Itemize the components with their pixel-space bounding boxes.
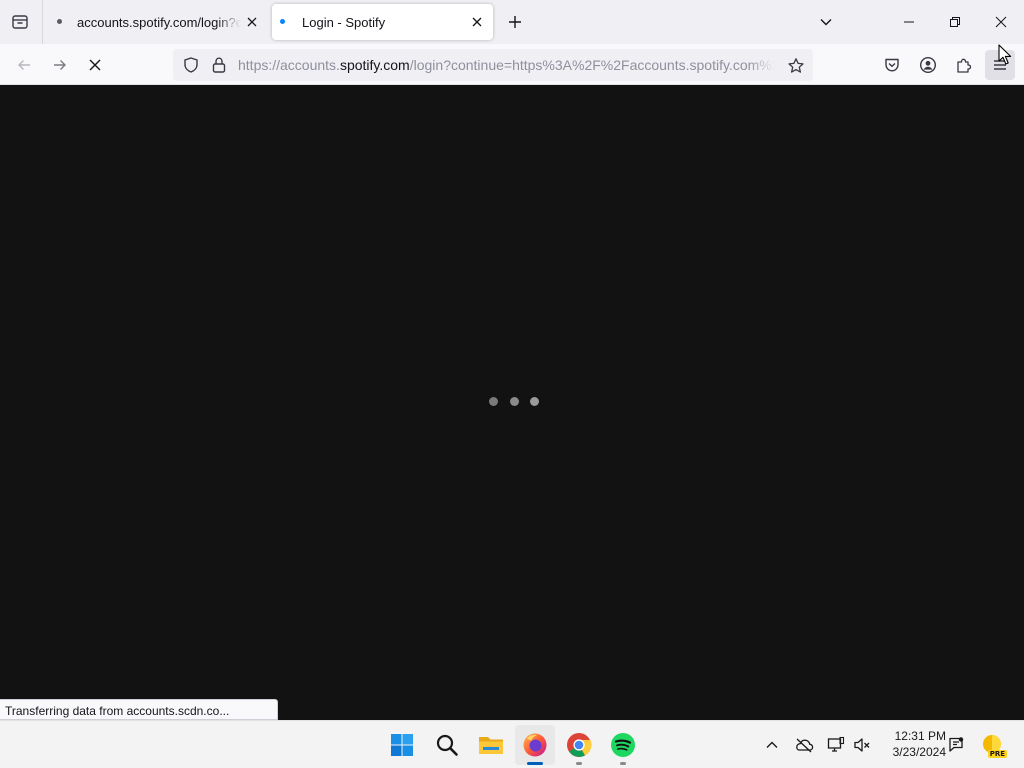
notification-center-button[interactable] xyxy=(944,733,968,757)
url-text[interactable]: https://accounts.spotify.com/login?conti… xyxy=(238,57,775,73)
tab-login-spotify[interactable]: Login - Spotify xyxy=(272,4,493,40)
navigation-toolbar: https://accounts.spotify.com/login?conti… xyxy=(0,44,1024,85)
spotify-taskbar-button[interactable] xyxy=(603,725,643,765)
onedrive-tray-button[interactable] xyxy=(792,733,816,757)
firefox-view-icon xyxy=(12,15,28,29)
file-explorer-button[interactable] xyxy=(471,725,511,765)
tab-close-button[interactable] xyxy=(242,12,262,32)
pocket-icon xyxy=(885,58,899,72)
url-host: spotify.com xyxy=(339,57,410,73)
firefox-icon xyxy=(523,733,547,757)
start-button[interactable] xyxy=(382,725,422,765)
loading-dot xyxy=(509,397,519,406)
onedrive-offline-icon xyxy=(796,738,814,753)
site-info-button[interactable] xyxy=(211,56,227,77)
arrow-left-icon xyxy=(18,60,30,70)
tracking-protection-button[interactable] xyxy=(182,56,200,77)
stop-icon xyxy=(89,59,101,71)
minimize-icon xyxy=(904,21,914,23)
file-explorer-icon xyxy=(479,737,503,754)
lock-icon xyxy=(212,57,226,73)
chrome-icon xyxy=(567,733,592,757)
notification-icon xyxy=(949,737,964,752)
chrome-taskbar-button[interactable] xyxy=(559,725,599,765)
tab-close-button[interactable] xyxy=(467,12,487,32)
new-tab-button[interactable] xyxy=(501,8,529,36)
mouse-cursor-icon xyxy=(998,44,1012,65)
tab-accounts-spotify[interactable]: accounts.spotify.com/login?continue=http… xyxy=(46,4,268,40)
taskbar: 12:31 PM 3/23/2024 PRE xyxy=(0,720,1024,768)
arrow-right-icon xyxy=(54,60,66,70)
volume-tray-button[interactable] xyxy=(850,733,874,757)
loading-spinner xyxy=(489,397,539,407)
url-bar[interactable]: https://accounts.spotify.com/login?conti… xyxy=(173,49,813,81)
url-path: /login?continue=https%3A%2F%2Faccounts.s… xyxy=(409,57,775,73)
running-app-indicator xyxy=(620,762,626,765)
close-icon xyxy=(472,17,482,27)
search-button[interactable] xyxy=(427,725,467,765)
clock-date: 3/23/2024 xyxy=(892,745,946,759)
back-button[interactable] xyxy=(9,50,39,80)
system-clock[interactable]: 12:31 PM 3/23/2024 xyxy=(880,728,946,760)
stop-loading-button[interactable] xyxy=(80,50,110,80)
loading-dot xyxy=(489,397,498,406)
display-tray-button[interactable] xyxy=(824,733,848,757)
tab-title: Login - Spotify xyxy=(302,15,386,30)
tab-title: accounts.spotify.com/login?continue=http… xyxy=(77,15,241,30)
extensions-button[interactable] xyxy=(949,50,979,80)
page-content xyxy=(0,85,1024,720)
account-icon xyxy=(919,56,937,74)
shield-icon xyxy=(184,57,198,73)
list-all-tabs-button[interactable] xyxy=(812,8,840,36)
firefox-taskbar-button[interactable] xyxy=(515,725,555,765)
pocket-button[interactable] xyxy=(877,50,907,80)
minimize-button[interactable] xyxy=(886,0,932,44)
puzzle-icon xyxy=(957,58,972,73)
display-icon xyxy=(827,736,845,752)
url-prefix: https://accounts. xyxy=(238,57,340,73)
close-icon xyxy=(247,17,257,27)
restore-button[interactable] xyxy=(932,0,978,44)
windows-start-icon xyxy=(391,734,413,756)
speaker-muted-icon xyxy=(854,738,870,752)
close-window-button[interactable] xyxy=(978,0,1024,44)
tab-strip-separator xyxy=(42,0,43,44)
status-panel: Transferring data from accounts.scdn.co.… xyxy=(0,699,278,720)
bookmark-star-button[interactable] xyxy=(785,55,807,77)
pre-badge: PRE xyxy=(987,750,1007,758)
firefox-view-button[interactable] xyxy=(6,8,34,36)
plus-icon xyxy=(509,16,521,28)
account-button[interactable] xyxy=(913,50,943,80)
loading-dot xyxy=(530,397,539,406)
spotify-icon xyxy=(611,733,635,757)
tab-loading-indicator xyxy=(280,19,285,24)
chevron-up-icon xyxy=(766,741,778,748)
star-icon xyxy=(788,58,804,73)
forward-button[interactable] xyxy=(45,50,75,80)
search-icon xyxy=(436,734,458,756)
running-app-indicator xyxy=(576,762,582,765)
clock-time: 12:31 PM xyxy=(894,729,946,743)
restore-icon xyxy=(950,17,960,27)
chevron-down-icon xyxy=(820,19,832,26)
weather-pre-button[interactable]: PRE xyxy=(978,730,1007,758)
tab-favicon-dot xyxy=(57,19,62,24)
tab-strip: accounts.spotify.com/login?continue=http… xyxy=(0,0,1024,44)
active-app-indicator xyxy=(527,762,543,765)
show-hidden-icons-button[interactable] xyxy=(760,733,784,757)
close-icon xyxy=(995,16,1007,28)
